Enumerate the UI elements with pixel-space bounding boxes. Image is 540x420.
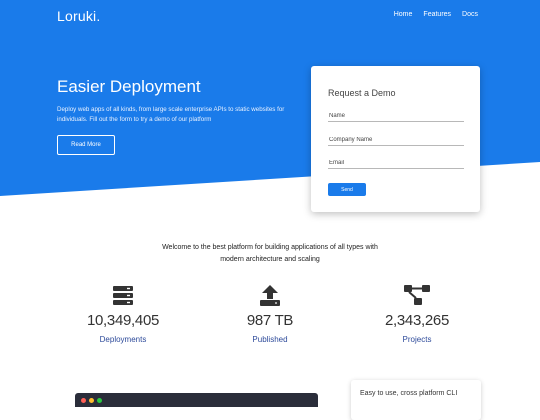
demo-request-card: Request a Demo Send <box>311 66 480 212</box>
nav-home[interactable]: Home <box>394 11 413 18</box>
cli-feature-title: Easy to use, cross platform CLI <box>360 390 458 397</box>
main-nav: Home Features Docs <box>394 11 478 18</box>
published-amount: 987 TB <box>246 312 294 329</box>
projects-label: Projects <box>402 335 432 344</box>
stats-intro: Welcome to the best platform for buildin… <box>162 244 378 263</box>
name-input[interactable] <box>328 111 464 122</box>
email-input[interactable] <box>328 158 464 169</box>
nav-features[interactable]: Features <box>423 11 451 18</box>
close-dot-icon <box>81 398 86 403</box>
hero-description: Deploy web apps of all kinds, from large… <box>57 106 285 123</box>
hero-title: Easier Deployment <box>57 77 201 96</box>
server-icon <box>113 285 133 305</box>
demo-form-title: Request a Demo <box>328 88 396 98</box>
upload-icon <box>260 284 280 306</box>
minimize-dot-icon <box>89 398 94 403</box>
company-name-input[interactable] <box>328 135 464 146</box>
published-label: Published <box>252 335 288 344</box>
deployments-label: Deployments <box>99 335 147 344</box>
send-button[interactable]: Send <box>328 183 366 196</box>
brand-logo[interactable]: Loruki. <box>57 8 100 24</box>
stat-published: 987 TB Published <box>210 284 330 344</box>
cli-feature-card: Easy to use, cross platform CLI <box>351 380 481 420</box>
deployments-count: 10,349,405 <box>86 312 160 329</box>
stat-projects: 2,343,265 Projects <box>357 284 477 344</box>
maximize-dot-icon <box>97 398 102 403</box>
nav-docs[interactable]: Docs <box>462 11 478 18</box>
project-diagram-icon <box>404 285 430 305</box>
projects-count: 2,343,265 <box>384 312 450 329</box>
read-more-button[interactable]: Read More <box>57 135 115 155</box>
stat-deployments: 10,349,405 Deployments <box>63 284 183 344</box>
